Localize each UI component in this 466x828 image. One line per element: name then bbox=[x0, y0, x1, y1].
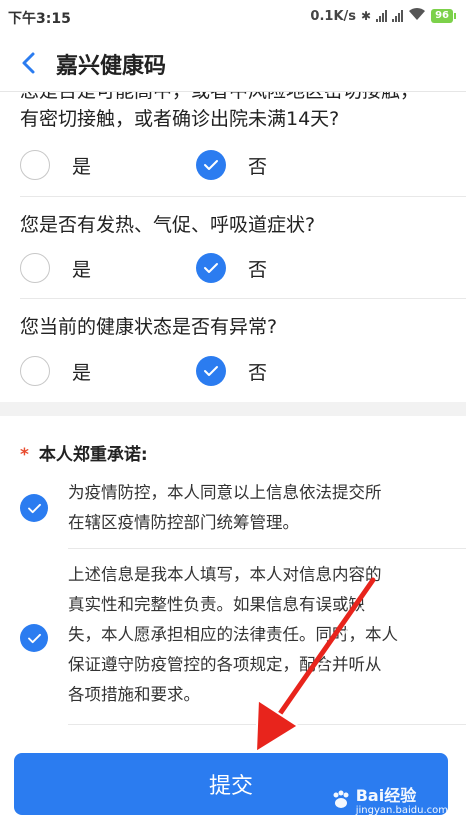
status-icons: 0.1K/s ✱ 96 bbox=[310, 7, 456, 25]
radio-unchecked-icon[interactable] bbox=[20, 150, 50, 180]
divider bbox=[20, 196, 466, 197]
status-bar: 下午3:15 0.1K/s ✱ 96 bbox=[0, 0, 466, 34]
option-label: 是 bbox=[72, 258, 92, 281]
commitment-2-line3: 失，本人愿承担相应的法律责任。同时，本人 bbox=[68, 625, 398, 644]
question-1-yes-option[interactable]: 是 bbox=[20, 150, 91, 180]
divider bbox=[68, 724, 466, 725]
question-2-yes-option[interactable]: 是 bbox=[20, 253, 91, 283]
question-1-no-option[interactable]: 否 bbox=[196, 150, 267, 180]
watermark-brand-2: 经验 bbox=[384, 786, 417, 806]
paw-icon bbox=[330, 789, 352, 815]
commitment-title-text: 本人郑重承诺: bbox=[38, 445, 148, 465]
status-time: 下午3:15 bbox=[8, 11, 71, 27]
bluetooth-icon: ✱ bbox=[361, 9, 372, 23]
question-3-yes-option[interactable]: 是 bbox=[20, 356, 91, 386]
commitment-2-line1: 上述信息是我本人填写，本人对信息内容的 bbox=[68, 565, 382, 584]
app-header: 嘉兴健康码 bbox=[0, 34, 466, 92]
commitment-1-line2: 在辖区疫情防控部门统筹管理。 bbox=[68, 513, 299, 532]
section-gap bbox=[0, 402, 466, 416]
question-2-no-option[interactable]: 否 bbox=[196, 253, 267, 283]
commitment-1-text: 为疫情防控，本人同意以上信息依法提交所 在辖区疫情防控部门统筹管理。 bbox=[68, 478, 446, 538]
commitment-2-line2: 真实性和完整性负责。如果信息有误或缺 bbox=[68, 595, 365, 614]
signal-icon-2 bbox=[392, 10, 404, 22]
baidu-watermark: Bai经验 jingyan.baidu.com bbox=[330, 787, 448, 816]
question-3-no-option[interactable]: 否 bbox=[196, 356, 267, 386]
option-label: 是 bbox=[72, 361, 92, 384]
commitment-2-line5: 各项措施和要求。 bbox=[68, 685, 200, 704]
commitment-2-line4: 保证遵守防疫管控的各项规定，配合并听从 bbox=[68, 655, 382, 674]
questions-section: 您是否是可能高中，或者中风险地区密切接触， 有密切接触，或者确诊出院未满14天?… bbox=[0, 92, 466, 402]
radio-unchecked-icon[interactable] bbox=[20, 356, 50, 386]
option-label: 否 bbox=[248, 361, 268, 384]
commitment-1-line1: 为疫情防控，本人同意以上信息依法提交所 bbox=[68, 483, 382, 502]
radio-unchecked-icon[interactable] bbox=[20, 253, 50, 283]
commitment-1-checkbox[interactable] bbox=[20, 494, 48, 522]
battery-icon: 96 bbox=[431, 9, 456, 23]
radio-checked-icon[interactable] bbox=[196, 356, 226, 386]
question-1-text-line2: 有密切接触，或者确诊出院未满14天? bbox=[20, 108, 340, 130]
page-title: 嘉兴健康码 bbox=[56, 54, 167, 79]
required-mark: * bbox=[20, 445, 29, 465]
network-speed: 0.1K/s bbox=[310, 8, 357, 24]
commitment-2-text: 上述信息是我本人填写，本人对信息内容的 真实性和完整性负责。如果信息有误或缺 失… bbox=[68, 560, 446, 710]
option-label: 否 bbox=[248, 155, 268, 178]
wifi-icon bbox=[408, 7, 426, 25]
question-3-text: 您当前的健康状态是否有异常? bbox=[20, 316, 278, 338]
option-label: 是 bbox=[72, 155, 92, 178]
divider bbox=[68, 548, 466, 549]
radio-checked-icon[interactable] bbox=[196, 253, 226, 283]
watermark-url: jingyan.baidu.com bbox=[355, 805, 448, 816]
divider bbox=[20, 298, 466, 299]
signal-icon bbox=[376, 10, 388, 22]
watermark-brand: Bai bbox=[355, 786, 385, 806]
option-label: 否 bbox=[248, 258, 268, 281]
question-2-text: 您是否有发热、气促、呼吸道症状? bbox=[20, 214, 316, 236]
radio-checked-icon[interactable] bbox=[196, 150, 226, 180]
chevron-left-icon[interactable] bbox=[16, 50, 42, 76]
commitment-title: * 本人郑重承诺: bbox=[20, 440, 148, 465]
commitment-2-checkbox[interactable] bbox=[20, 624, 48, 652]
